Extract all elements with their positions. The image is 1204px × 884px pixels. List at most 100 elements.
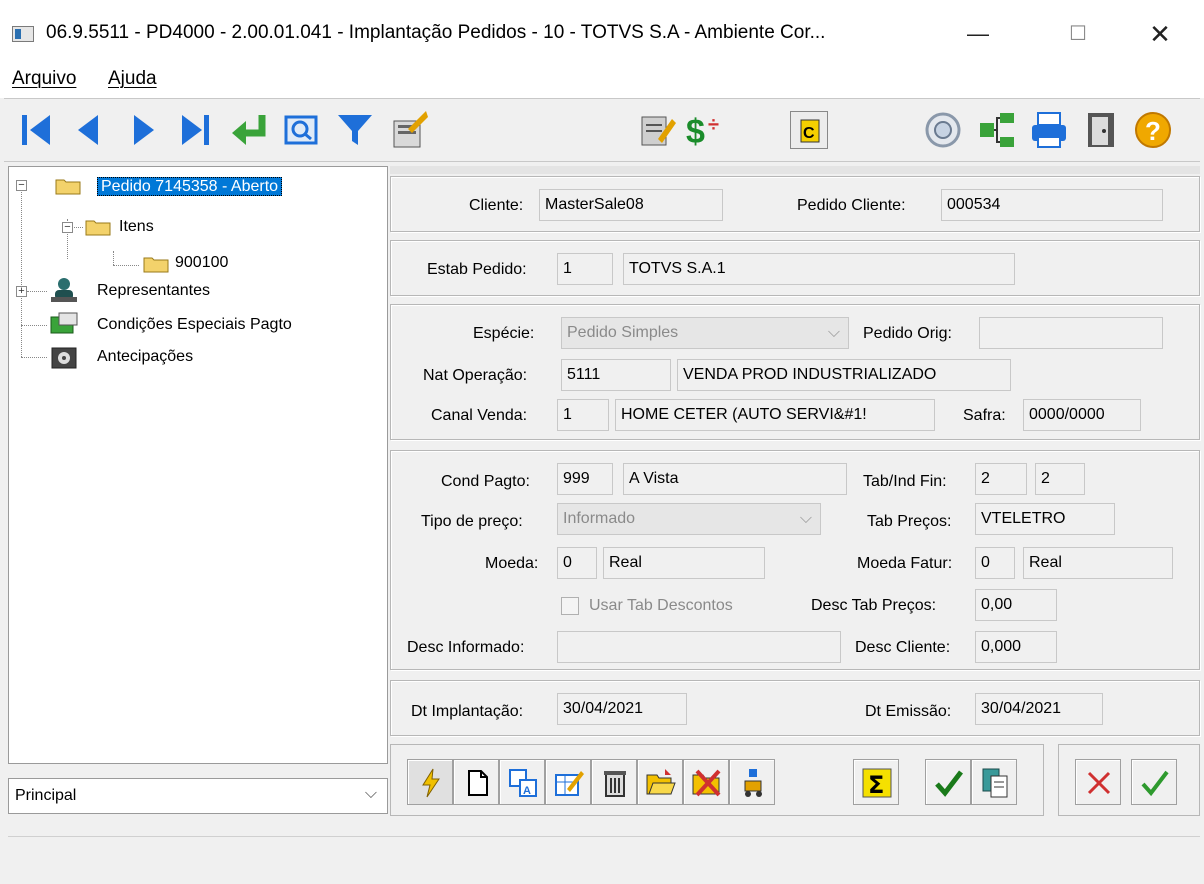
search-icon[interactable] [280,109,322,151]
next-record-icon[interactable] [122,109,164,151]
estab-code-field[interactable]: 1 [557,253,613,285]
desc-cliente-label: Desc Cliente: [855,639,951,656]
moeda-fatur-desc-field: Real [1023,547,1173,579]
moeda-fatur-code-field[interactable]: 0 [975,547,1015,579]
svg-text:A: A [523,785,531,797]
first-record-icon[interactable] [16,109,58,151]
menu-bar: Arquivo Ajuda [0,64,1204,98]
pedido-cliente-label: Pedido Cliente: [797,197,906,214]
tipo-preco-select[interactable]: Informado ⌵ [557,503,821,535]
desc-informado-label: Desc Informado: [407,639,525,656]
goto-return-icon[interactable] [228,109,270,151]
especie-label: Espécie: [473,325,535,342]
canal-venda-code-field[interactable]: 1 [557,399,609,431]
minimize-button[interactable]: — [948,12,1008,56]
lightning-icon[interactable] [407,759,453,805]
document-copy-icon[interactable] [971,759,1017,805]
print-icon[interactable] [1028,109,1070,151]
confirm-check-icon[interactable] [925,759,971,805]
nat-operacao-desc-field: VENDA PROD INDUSTRIALIZADO [677,359,1011,391]
folder-icon [143,257,169,273]
cliente-label: Cliente: [469,197,524,214]
chevron-down-icon: ⌵ [799,510,812,527]
collapse-itens-icon[interactable]: − [62,222,73,233]
tree-line [27,291,47,292]
desc-tab-precos-label: Desc Tab Preços: [811,597,937,614]
cancel-button[interactable] [1075,759,1121,805]
dt-emissao-label: Dt Emissão: [865,703,952,720]
copy-icon[interactable]: A [499,759,545,805]
tipo-preco-label: Tipo de preço: [421,513,523,530]
tree-node-condicoes[interactable]: Condições Especiais Pagto [97,313,292,337]
moeda-label: Moeda: [485,555,539,572]
price-icon[interactable]: $ ÷ [682,109,724,151]
cancel-folder-icon[interactable] [683,759,729,805]
app-icon [12,26,34,42]
open-folder-icon[interactable] [637,759,683,805]
tab-ind-fin-1-field[interactable]: 2 [975,463,1027,495]
collapse-pedido-icon[interactable]: − [16,180,27,191]
help-icon[interactable]: ? [1132,109,1174,151]
sum-icon[interactable]: Σ [853,759,899,805]
dt-implantacao-label: Dt Implantação: [411,703,524,720]
copy-record-icon[interactable]: C [790,111,828,149]
cliente-field[interactable]: MasterSale08 [539,189,723,221]
desc-cliente-field[interactable]: 0,000 [975,631,1057,663]
tree-node-pedido[interactable]: Pedido 7145358 - Aberto [97,175,283,199]
menu-ajuda[interactable]: Ajuda [108,68,157,90]
toolbar: $ ÷ C ? [4,98,1200,162]
tree-structure-icon[interactable] [976,109,1018,151]
svg-text:C: C [803,125,815,142]
expand-representantes-icon[interactable]: + [16,286,27,297]
previous-record-icon[interactable] [68,109,110,151]
tree-line [21,189,22,357]
close-button[interactable]: ✕ [1130,12,1190,56]
usar-tab-descontos-checkbox[interactable] [561,597,579,615]
zoom-icon[interactable] [922,109,964,151]
payment-conditions-icon [50,312,78,334]
moeda-desc-field: Real [603,547,765,579]
canal-venda-desc-field: HOME CETER (AUTO SERVI&#1! [615,399,935,431]
tab-precos-field[interactable]: VTELETRO [975,503,1115,535]
pedido-orig-field[interactable] [979,317,1163,349]
tab-ind-fin-2-field[interactable]: 2 [1035,463,1085,495]
new-document-icon[interactable] [453,759,499,805]
cond-pagto-label: Cond Pagto: [441,473,530,490]
desc-tab-precos-field[interactable]: 0,00 [975,589,1057,621]
nat-operacao-code-field[interactable]: 5111 [561,359,671,391]
filter-icon[interactable] [334,109,376,151]
svg-text:Σ: Σ [868,771,884,799]
tree-line [21,325,47,326]
header-stripe [390,166,1200,174]
safra-field[interactable]: 0000/0000 [1023,399,1141,431]
cond-pagto-desc-field: A Vista [623,463,847,495]
svg-text:?: ? [1145,116,1161,146]
last-record-icon[interactable] [174,109,216,151]
estab-group: Estab Pedido: 1 TOTVS S.A.1 [390,240,1200,296]
forklift-icon[interactable] [729,759,775,805]
edit-icon[interactable] [545,759,591,805]
delete-trash-icon[interactable] [591,759,637,805]
svg-text:$: $ [686,113,705,151]
estab-pedido-label: Estab Pedido: [427,261,527,278]
exit-door-icon[interactable] [1080,109,1122,151]
tree-node-itens[interactable]: Itens [119,215,154,239]
ok-button[interactable] [1131,759,1177,805]
svg-text:÷: ÷ [708,114,719,136]
menu-arquivo[interactable]: Arquivo [12,68,76,90]
notes-icon[interactable] [636,109,678,151]
tree-node-item-900100[interactable]: 900100 [175,251,228,275]
pedido-cliente-field[interactable]: 000534 [941,189,1163,221]
dt-implantacao-field[interactable]: 30/04/2021 [557,693,687,725]
maximize-button[interactable]: ☐ [1048,12,1108,56]
tree-node-representantes[interactable]: Representantes [97,279,210,303]
dt-emissao-field[interactable]: 30/04/2021 [975,693,1103,725]
cond-pagto-code-field[interactable]: 999 [557,463,613,495]
folder-icon [55,179,81,195]
document-edit-icon[interactable] [388,109,430,151]
view-select[interactable]: Principal ⌵ [8,778,388,814]
tree-node-antecipacoes[interactable]: Antecipações [97,345,193,369]
moeda-code-field[interactable]: 0 [557,547,597,579]
especie-select[interactable]: Pedido Simples ⌵ [561,317,849,349]
desc-informado-field[interactable] [557,631,841,663]
